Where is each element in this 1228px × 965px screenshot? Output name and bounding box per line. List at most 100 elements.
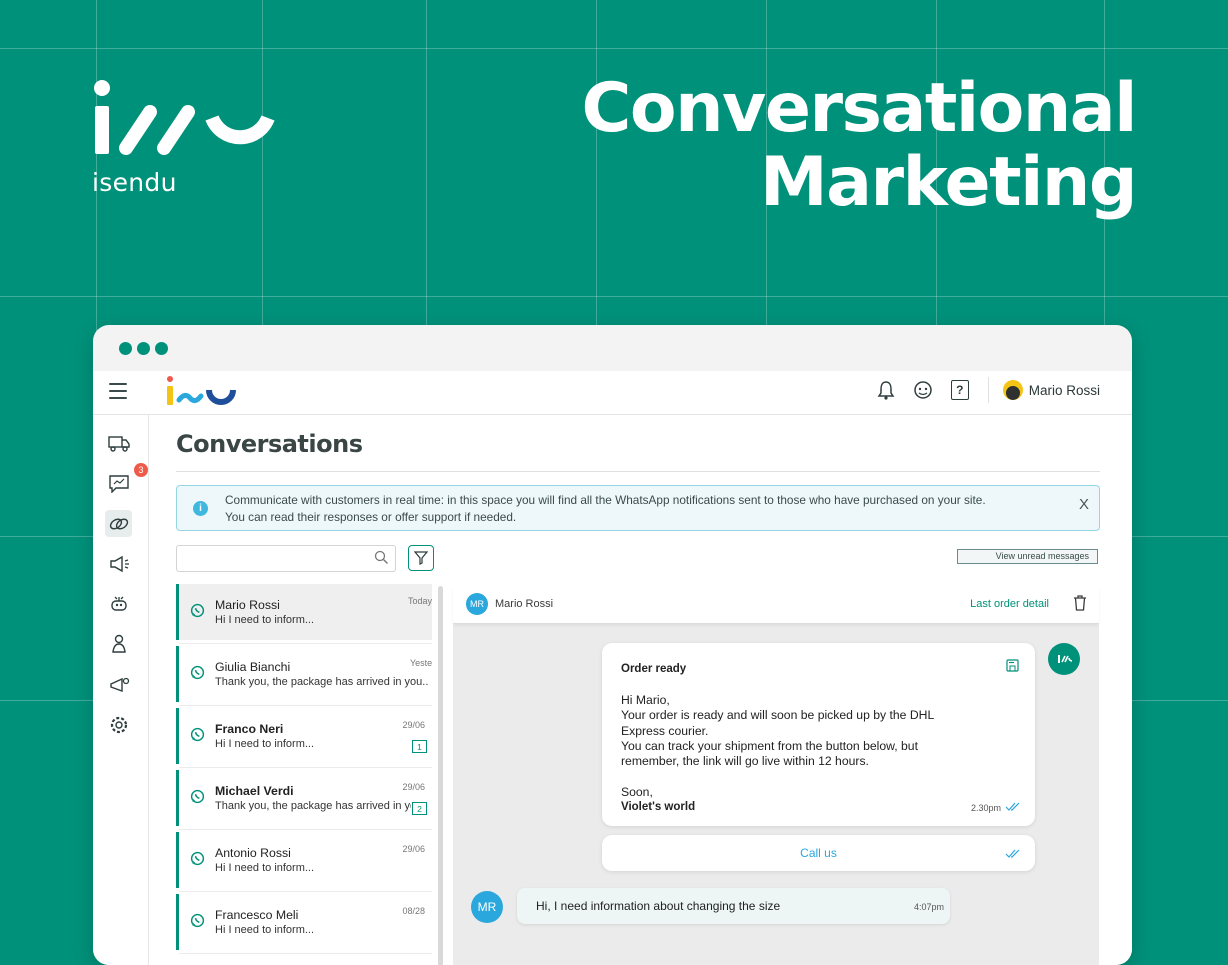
chat-panel: MR Mario Rossi Last order detail Order r… xyxy=(453,585,1099,965)
view-unread-button[interactable]: View unread messages xyxy=(957,549,1098,564)
whatsapp-icon xyxy=(190,603,205,618)
user-avatar[interactable] xyxy=(1002,380,1023,400)
conversation-snippet: Hi I need to inform... xyxy=(215,738,315,750)
headline-line-1: Conversational xyxy=(581,69,1137,148)
user-name[interactable]: Mario Rossi xyxy=(1029,383,1100,398)
whatsapp-icon xyxy=(190,789,205,804)
call-us-button[interactable]: Call us xyxy=(602,835,1035,871)
conversation-snippet: Hi I need to inform... xyxy=(215,614,315,626)
trash-icon[interactable] xyxy=(1073,595,1087,611)
conversation-snippet: Hi I need to inform... xyxy=(215,862,315,874)
template-body: Hi Mario, Your order is ready and will s… xyxy=(621,693,935,799)
top-actions: ? Mario Rossi xyxy=(861,377,1100,403)
conversation-scrollbar[interactable] xyxy=(438,586,443,965)
template-message: Order ready Hi Mario, Your order is read… xyxy=(602,643,1035,826)
incoming-message-text: Hi, I need information about changing th… xyxy=(536,899,781,913)
whatsapp-icon xyxy=(190,851,205,866)
window-dot[interactable] xyxy=(119,342,132,355)
close-icon[interactable]: X xyxy=(1079,496,1089,513)
divider xyxy=(987,377,989,403)
grid-line xyxy=(0,296,1228,297)
help-icon[interactable]: ? xyxy=(948,378,972,402)
conversation-snippet: Thank you, the package has arrived in yo… xyxy=(215,676,429,688)
conversation-item[interactable]: Francesco Meli Hi I need to inform... 08… xyxy=(176,894,432,954)
unread-count-badge: 1 xyxy=(412,740,427,753)
search-input[interactable] xyxy=(183,546,367,570)
app-logo[interactable] xyxy=(165,374,243,408)
menu-icon[interactable] xyxy=(109,383,127,399)
conversation-name: Michael Verdi xyxy=(215,784,294,798)
grid-line xyxy=(0,48,1228,49)
search-field[interactable] xyxy=(176,545,396,572)
marketing-icon[interactable] xyxy=(105,671,132,698)
info-icon: i xyxy=(193,501,208,516)
conversation-date: Yesterday xyxy=(410,658,432,668)
conversation-date: 08/28 xyxy=(402,906,425,916)
save-icon[interactable] xyxy=(1006,659,1019,672)
shipping-icon[interactable] xyxy=(105,429,132,456)
integrations-icon[interactable] xyxy=(105,510,132,537)
conversation-item[interactable]: Franco Neri Hi I need to inform... 29/06… xyxy=(176,708,432,768)
robot-icon[interactable] xyxy=(105,590,132,617)
messages-badge: 3 xyxy=(134,463,148,477)
last-order-link[interactable]: Last order detail xyxy=(970,598,1049,610)
contact-avatar: MR xyxy=(466,593,488,615)
bell-icon[interactable] xyxy=(874,378,898,402)
isendu-logo-mark xyxy=(94,80,275,155)
contact-avatar: MR xyxy=(471,891,503,923)
page-title: Conversations xyxy=(176,430,363,458)
conversation-date: Today xyxy=(407,596,432,606)
call-us-label: Call us xyxy=(800,846,837,860)
window-controls xyxy=(119,342,168,355)
info-line-1: Communicate with customers in real time:… xyxy=(225,493,986,507)
conversation-name: Franco Neri xyxy=(215,722,284,736)
whatsapp-icon xyxy=(190,665,205,680)
messages-icon[interactable]: 3 xyxy=(105,463,148,496)
help-label: ? xyxy=(950,380,969,400)
message-time: 2.30pm xyxy=(970,803,1001,813)
conversation-item[interactable]: Michael Verdi Thank you, the package has… xyxy=(176,770,432,830)
message-time: 4:07pm xyxy=(913,902,944,912)
main-content: Conversations i Communicate with custome… xyxy=(149,415,1132,965)
conversation-item[interactable]: Mario Rossi Hi I need to inform... Today xyxy=(176,584,432,644)
window-dot[interactable] xyxy=(137,342,150,355)
app-window: ? Mario Rossi 3 Conversations i Communic… xyxy=(93,325,1132,965)
contact-name: Mario Rossi xyxy=(495,598,554,610)
divider xyxy=(176,471,1100,472)
isendu-mini-icon xyxy=(1058,655,1073,663)
template-signature: Violet's world xyxy=(621,801,696,813)
conversation-name: Mario Rossi xyxy=(215,598,280,612)
conversation-name: Antonio Rossi xyxy=(215,846,291,860)
unread-count-badge: 2 xyxy=(412,802,427,815)
whatsapp-icon xyxy=(190,727,205,742)
double-check-icon xyxy=(1005,849,1020,858)
conversation-list: Mario Rossi Hi I need to inform... Today… xyxy=(176,584,432,965)
conversation-date: 29/06 xyxy=(402,782,425,792)
double-check-icon xyxy=(1005,802,1020,811)
conversation-snippet: Hi I need to inform... xyxy=(215,924,315,936)
incoming-message: Hi, I need information about changing th… xyxy=(517,888,950,924)
whatsapp-icon xyxy=(190,913,205,928)
conversation-date: 29/06 xyxy=(402,720,425,730)
info-line-2: You can read their responses or offer su… xyxy=(225,510,517,524)
filter-icon xyxy=(414,551,428,565)
bot-avatar xyxy=(1048,643,1080,675)
settings-icon[interactable] xyxy=(105,711,132,738)
conversation-item[interactable]: Antonio Rossi Hi I need to inform... 29/… xyxy=(176,832,432,892)
conversation-date: 29/06 xyxy=(402,844,425,854)
info-text: Communicate with customers in real time:… xyxy=(225,492,986,526)
headline-line-2: Marketing xyxy=(759,143,1138,222)
conversation-name: Francesco Meli xyxy=(215,908,299,922)
search-icon[interactable] xyxy=(374,550,389,565)
campaign-icon[interactable] xyxy=(105,550,132,577)
brand-logo: isendu xyxy=(92,78,276,197)
brand-name: isendu xyxy=(92,168,177,197)
top-bar: ? Mario Rossi xyxy=(93,371,1132,415)
pet-icon[interactable] xyxy=(105,630,132,657)
chat-header: MR Mario Rossi Last order detail xyxy=(453,585,1099,624)
chat-support-icon[interactable] xyxy=(911,378,935,402)
window-dot[interactable] xyxy=(155,342,168,355)
filter-button[interactable] xyxy=(408,545,434,571)
conversation-snippet: Thank you, the package has arrived in yo… xyxy=(215,800,411,812)
conversation-item[interactable]: Giulia Bianchi Thank you, the package ha… xyxy=(176,646,432,706)
